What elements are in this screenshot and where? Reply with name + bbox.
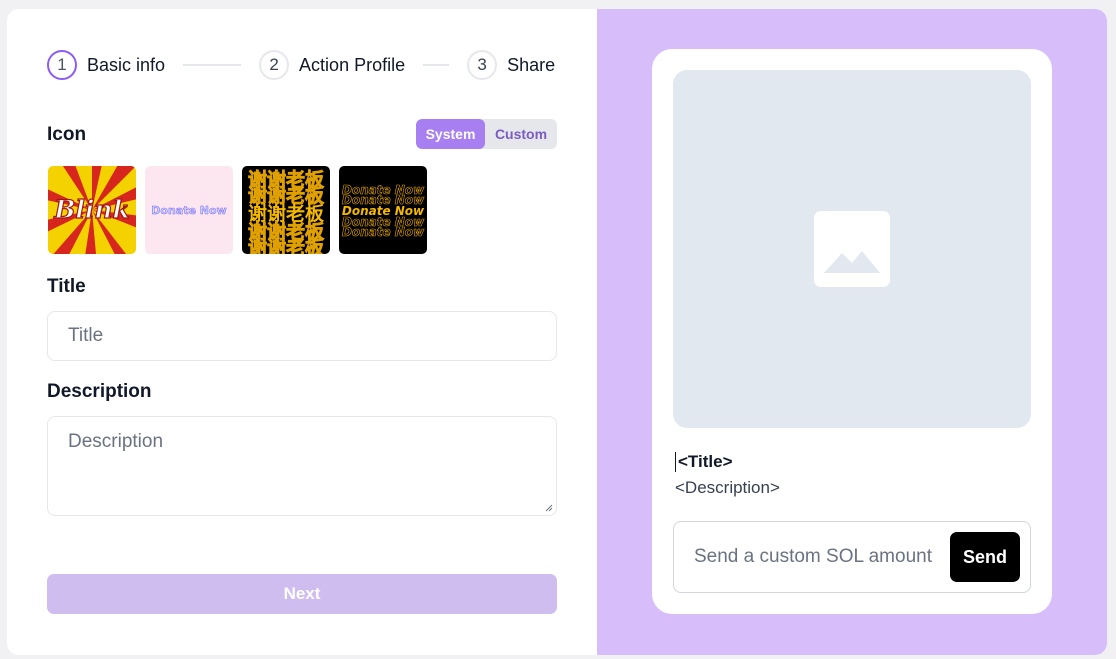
step-share[interactable]: 3 Share (467, 50, 555, 80)
step-basic-info[interactable]: 1 Basic info (47, 50, 165, 80)
donate-now-black-icon: Donate Now Donate Now Donate Now Donate … (339, 166, 427, 254)
step-number: 2 (259, 50, 290, 80)
send-amount-box: Send (673, 521, 1031, 593)
step-label: Basic info (87, 54, 166, 75)
xiexie-laoban-icon: 谢谢老板 谢谢老板 谢谢老板 谢谢老板 谢谢老板 (242, 166, 330, 254)
svg-text:谢谢老板: 谢谢老板 (248, 236, 325, 254)
description-textarea[interactable] (47, 416, 557, 516)
stepper: 1 Basic info 2 Action Profile 3 Share (47, 50, 557, 80)
step-label: Action Profile (299, 54, 406, 75)
icon-option-donate-now-pink[interactable]: Donate Now (145, 166, 233, 254)
svg-text:Donate Now: Donate Now (342, 225, 425, 239)
description-wrapper (47, 416, 557, 516)
blink-sunburst-icon: Blink (48, 166, 136, 254)
donate-now-pink-icon: Donate Now (145, 166, 233, 254)
step-connector (183, 64, 242, 66)
image-placeholder-icon (814, 211, 890, 287)
preview-image-placeholder (673, 70, 1031, 428)
icon-option-xiexie-laoban[interactable]: 谢谢老板 谢谢老板 谢谢老板 谢谢老板 谢谢老板 (242, 166, 330, 254)
step-number: 1 (47, 50, 77, 80)
title-label: Title (47, 276, 86, 297)
step-action-profile[interactable]: 2 Action Profile (259, 50, 405, 80)
preview-panel: <Title> <Description> Send (597, 9, 1107, 655)
app-frame: 1 Basic info 2 Action Profile 3 Share Ic… (7, 9, 1107, 655)
step-connector (423, 64, 450, 66)
preview-card: <Title> <Description> Send (652, 49, 1052, 614)
toggle-system-button[interactable]: System (416, 119, 485, 149)
step-number: 3 (467, 50, 498, 80)
icon-option-blink[interactable]: Blink (48, 166, 136, 254)
preview-description: <Description> (675, 478, 780, 497)
resize-handle-icon[interactable] (545, 504, 553, 512)
icon-source-toggle: System Custom (416, 119, 557, 149)
description-label: Description (47, 381, 152, 402)
preview-title: <Title> (675, 452, 733, 472)
icon-option-donate-now-black[interactable]: Donate Now Donate Now Donate Now Donate … (339, 166, 427, 254)
form-panel: 1 Basic info 2 Action Profile 3 Share Ic… (7, 9, 597, 655)
step-label: Share (507, 54, 556, 75)
send-button[interactable]: Send (950, 532, 1020, 582)
svg-text:Donate Now: Donate Now (151, 204, 226, 217)
icon-label: Icon (47, 124, 87, 145)
toggle-custom-button[interactable]: Custom (485, 119, 557, 149)
icon-gallery: Blink Donate Now 谢谢老板 谢谢老板 谢谢老板 谢谢老板 谢谢老 (48, 166, 427, 254)
title-input[interactable] (47, 311, 557, 361)
next-button[interactable]: Next (47, 574, 557, 614)
sol-amount-input[interactable] (694, 546, 940, 568)
svg-text:Blink: Blink (53, 195, 130, 224)
